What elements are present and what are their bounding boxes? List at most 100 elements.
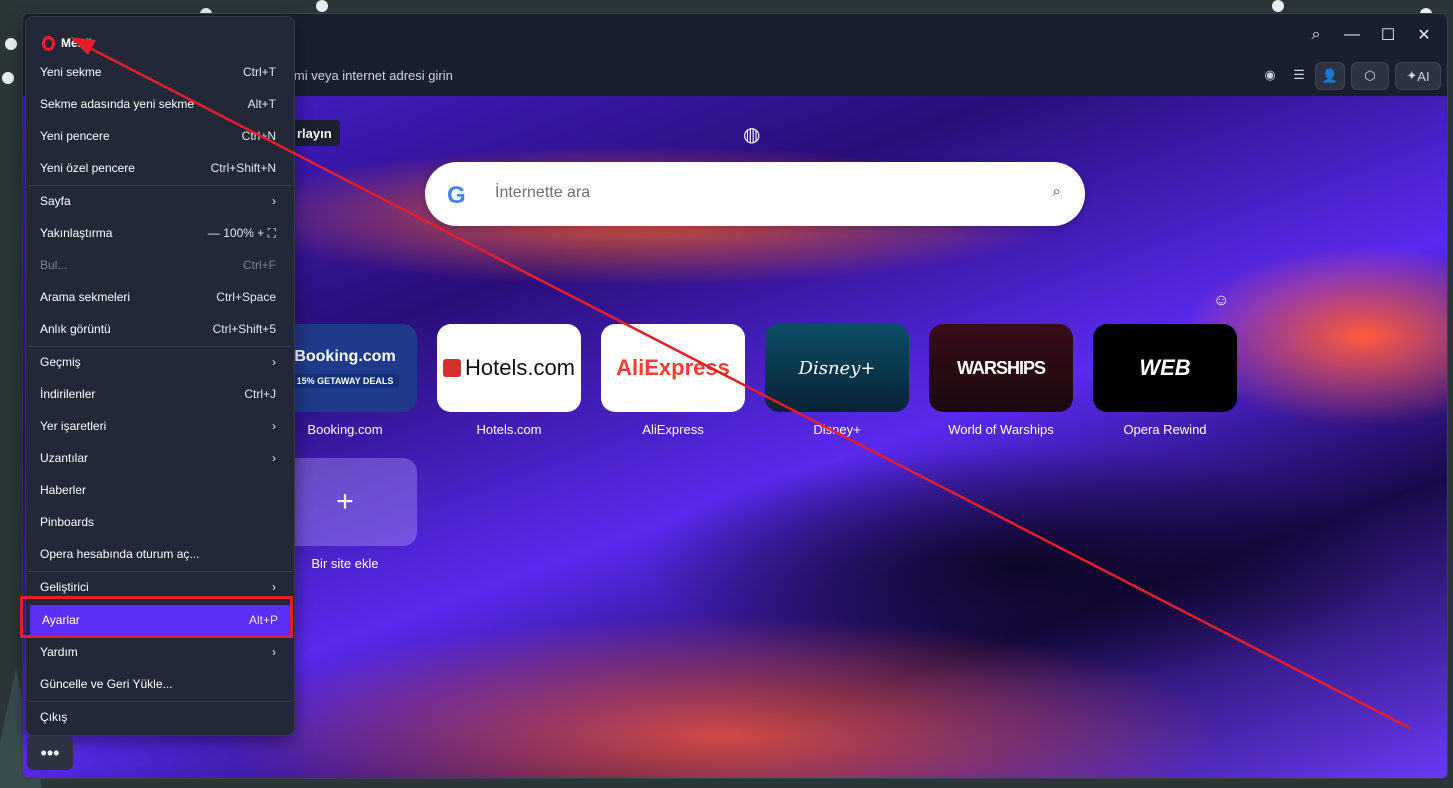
menu-item-extensions[interactable]: Uzantılar ›: [28, 443, 290, 473]
menu-item-new-window[interactable]: Yeni pencere Ctrl+N: [28, 121, 290, 151]
aliexpress-logo: AliExpress: [616, 355, 730, 380]
menu-item-new-tab[interactable]: Yeni sekme Ctrl+T: [28, 57, 290, 87]
zoom-controls[interactable]: — 100% + ⛶: [208, 226, 276, 241]
menu-item-shortcut: Ctrl+N: [241, 129, 276, 143]
search-tabs-icon[interactable]: ⌕: [1301, 22, 1331, 48]
menu-item-label: Opera hesabında oturum aç...: [40, 547, 200, 561]
deal-badge: 15% GETAWAY DEALS: [290, 374, 400, 388]
search-icon[interactable]: ⌕: [1053, 183, 1061, 200]
menu-item-shortcut: Ctrl+Shift+5: [212, 322, 276, 336]
opera-logo-icon: [42, 35, 55, 51]
aria-ai-button[interactable]: ✦ AI: [1395, 62, 1441, 90]
menu-item-label: İndirilenler: [40, 387, 96, 401]
chevron-right-icon: ›: [272, 451, 276, 465]
menu-item-sign-in[interactable]: Opera hesabında oturum aç...: [28, 539, 290, 569]
menu-item-shortcut: Ctrl+Space: [216, 290, 276, 304]
menu-item-label: Güncelle ve Geri Yükle...: [40, 677, 173, 691]
tooltip: rlayın: [289, 120, 340, 146]
close-icon[interactable]: ✕: [1409, 22, 1439, 48]
smiley-icon[interactable]: ☺: [1213, 292, 1229, 310]
menu-item-help[interactable]: Yardım ›: [28, 637, 290, 667]
search-input[interactable]: İnternette ara: [495, 184, 590, 202]
menu-item-shortcut: Ctrl+Shift+N: [210, 161, 276, 175]
menu-item-label: Geliştirici: [40, 580, 89, 594]
minimize-icon[interactable]: —: [1337, 22, 1367, 48]
menu-item-shortcut: Ctrl+J: [244, 387, 276, 401]
booking-logo: Booking.com: [294, 348, 396, 365]
menu-item-shortcut: Alt+T: [247, 97, 276, 111]
speed-dial-aliexpress[interactable]: AliExpress: [601, 324, 745, 412]
menu-title: Menü: [61, 36, 93, 50]
desktop-snow-dot: [1272, 0, 1284, 12]
menu-item-new-private-window[interactable]: Yeni özel pencere Ctrl+Shift+N: [28, 153, 290, 183]
menu-item-label: Arama sekmeleri: [40, 290, 131, 304]
menu-item-snapshot[interactable]: Anlık görüntü Ctrl+Shift+5: [28, 314, 290, 344]
warships-logo: WARSHIPS: [956, 357, 1046, 378]
plus-icon: +: [336, 485, 354, 518]
disney-logo: Disney+: [798, 357, 876, 379]
menu-header: Menü: [42, 33, 92, 53]
speed-dial-label: World of Warships: [948, 422, 1054, 437]
more-dots-icon: •••: [40, 742, 60, 763]
speed-dial-label: Opera Rewind: [1123, 422, 1207, 437]
menu-item-label: Pinboards: [40, 515, 95, 529]
menu-item-shortcut: Ctrl+F: [243, 258, 276, 272]
easy-setup-icon[interactable]: ☰: [1285, 62, 1313, 88]
menu-item-label: Haberler: [40, 483, 87, 497]
menu-item-exit[interactable]: Çıkış: [28, 702, 290, 732]
menu-item-label: Yakınlaştırma: [40, 226, 113, 240]
chevron-right-icon: ›: [272, 419, 276, 433]
chevron-right-icon: ›: [272, 580, 276, 594]
menu-item-label: Yardım: [40, 645, 78, 659]
menu-item-bookmarks[interactable]: Yer işaretleri ›: [28, 411, 290, 441]
menu-item-label: Sayfa: [40, 194, 71, 208]
maximize-icon[interactable]: ☐: [1373, 22, 1403, 48]
camera-icon[interactable]: ◉: [1256, 62, 1284, 88]
speed-dial-label: Disney+: [813, 422, 861, 437]
opera-rewind-logo: WEB: [1139, 355, 1191, 380]
ai-label: AI: [1417, 68, 1430, 84]
desktop-snow-dot: [2, 72, 14, 84]
menu-item-shortcut: Ctrl+T: [243, 65, 276, 79]
menu-item-label: Yeni pencere: [40, 129, 110, 143]
search-box[interactable]: G İnternette ara ⌕: [425, 162, 1085, 226]
menu-item-label: Anlık görüntü: [40, 322, 111, 336]
speed-dial-disney[interactable]: Disney+: [765, 324, 909, 412]
menu-item-page[interactable]: Sayfa ›: [28, 186, 290, 216]
menu-item-pinboards[interactable]: Pinboards: [28, 507, 290, 537]
menu-item-news[interactable]: Haberler: [28, 475, 290, 505]
speed-dial-opera-rewind[interactable]: WEB: [1093, 324, 1237, 412]
chevron-right-icon: ›: [272, 355, 276, 369]
menu-item-history[interactable]: Geçmiş ›: [28, 347, 290, 377]
speed-dial-hotels[interactable]: Hotels.com: [437, 324, 581, 412]
menu-item-label: Yeni özel pencere: [40, 161, 135, 175]
address-input[interactable]: imi veya internet adresi girin: [291, 68, 453, 83]
speed-dial-world-of-warships[interactable]: WARSHIPS: [929, 324, 1073, 412]
disco-ball-icon[interactable]: ◍: [743, 122, 767, 146]
menu-item-search-tabs[interactable]: Arama sekmeleri Ctrl+Space: [28, 282, 290, 312]
menu-item-label: Yer işaretleri: [40, 419, 107, 433]
menu-item-label: Çıkış: [40, 710, 68, 724]
hotels-logo: Hotels.com: [464, 355, 576, 380]
more-options-button[interactable]: •••: [27, 736, 73, 770]
sparkle-icon: ✦: [1406, 68, 1418, 83]
desktop-snow-dot: [316, 0, 328, 12]
menu-item-label: Uzantılar: [40, 451, 89, 465]
desktop-snow-dot: [5, 38, 17, 50]
menu-item-downloads[interactable]: İndirilenler Ctrl+J: [28, 379, 290, 409]
menu-item-find: Bul... Ctrl+F: [28, 250, 290, 280]
menu-item-new-tab-in-island[interactable]: Sekme adasında yeni sekme Alt+T: [28, 89, 290, 119]
settings-highlight-annotation: [20, 596, 293, 638]
menu-item-zoom[interactable]: Yakınlaştırma — 100% + ⛶: [28, 218, 290, 248]
hotels-logo-icon: [442, 359, 461, 377]
extensions-cube-icon[interactable]: ⬡: [1351, 62, 1389, 90]
menu-item-label: Sekme adasında yeni sekme: [40, 97, 195, 111]
speed-dial-label: AliExpress: [642, 422, 704, 437]
menu-item-label: Bul...: [40, 258, 68, 272]
speed-dial-label: Hotels.com: [476, 422, 542, 437]
menu-item-label: Yeni sekme: [40, 65, 102, 79]
profile-icon[interactable]: 👤: [1315, 62, 1345, 90]
chevron-right-icon: ›: [272, 645, 276, 659]
menu-item-update-recovery[interactable]: Güncelle ve Geri Yükle...: [28, 669, 290, 699]
chevron-right-icon: ›: [272, 194, 276, 208]
